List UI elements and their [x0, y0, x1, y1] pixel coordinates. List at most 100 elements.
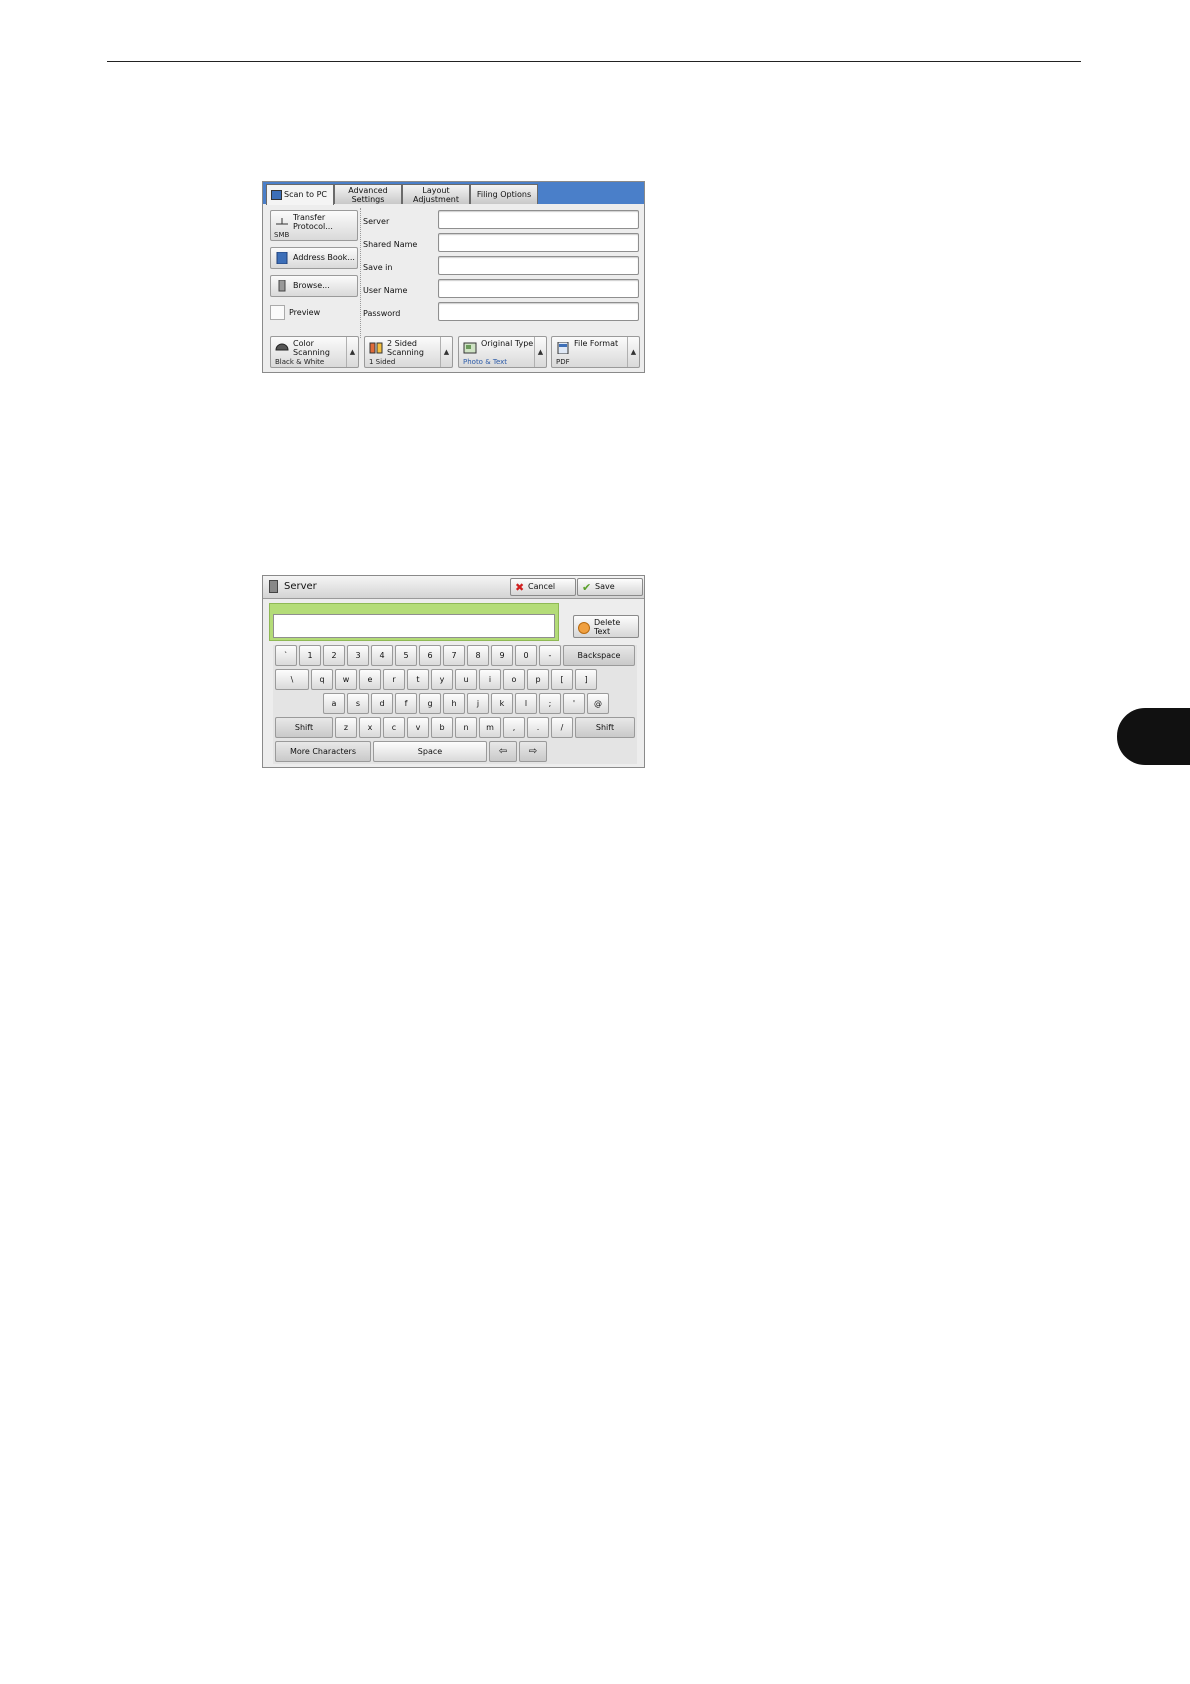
server-icon: [269, 580, 278, 593]
key[interactable]: s: [347, 693, 369, 714]
key[interactable]: h: [443, 693, 465, 714]
save-button[interactable]: ✔ Save: [577, 578, 643, 596]
key[interactable]: r: [383, 669, 405, 690]
key[interactable]: k: [491, 693, 513, 714]
shift-key-right[interactable]: Shift: [575, 717, 635, 738]
key[interactable]: q: [311, 669, 333, 690]
tab-advanced-settings[interactable]: Advanced Settings: [334, 184, 402, 204]
key[interactable]: a: [323, 693, 345, 714]
key[interactable]: 7: [443, 645, 465, 666]
network-icon: [276, 218, 288, 225]
user-name-label: User Name: [363, 286, 408, 295]
original-type-button[interactable]: Original Type Photo & Text ▲: [458, 336, 547, 368]
key[interactable]: .: [527, 717, 549, 738]
key[interactable]: 4: [371, 645, 393, 666]
two-sided-scanning-button[interactable]: 2 Sided Scanning 1 Sided ▲: [364, 336, 453, 368]
preview-checkbox[interactable]: [270, 305, 285, 320]
up-arrow-icon: ▲: [440, 337, 452, 367]
key[interactable]: v: [407, 717, 429, 738]
key[interactable]: /: [551, 717, 573, 738]
key[interactable]: d: [371, 693, 393, 714]
tab-filing-options[interactable]: Filing Options: [470, 184, 538, 204]
key[interactable]: x: [359, 717, 381, 738]
key[interactable]: [: [551, 669, 573, 690]
key[interactable]: `: [275, 645, 297, 666]
tab-layout-adjustment[interactable]: Layout Adjustment: [402, 184, 470, 204]
eraser-icon: [578, 622, 590, 634]
cursor-right-key[interactable]: ⇨: [519, 741, 547, 762]
tab-bar: Scan to PC Advanced Settings Layout Adju…: [263, 182, 644, 205]
server-icon: [278, 280, 286, 292]
key[interactable]: t: [407, 669, 429, 690]
key[interactable]: 9: [491, 645, 513, 666]
delete-text-button[interactable]: Delete Text: [573, 615, 639, 638]
key[interactable]: ]: [575, 669, 597, 690]
server-field[interactable]: [438, 210, 639, 229]
server-keyboard-screen: Server ✖ Cancel ✔ Save Delete Text ` 1 2…: [262, 575, 645, 768]
key[interactable]: m: [479, 717, 501, 738]
photo-text-icon: [463, 342, 477, 354]
server-label: Server: [363, 217, 390, 226]
file-format-button[interactable]: File Format PDF ▲: [551, 336, 640, 368]
key[interactable]: u: [455, 669, 477, 690]
key[interactable]: l: [515, 693, 537, 714]
key[interactable]: f: [395, 693, 417, 714]
key[interactable]: 6: [419, 645, 441, 666]
key[interactable]: j: [467, 693, 489, 714]
text-entry-field[interactable]: [273, 614, 555, 638]
cancel-button[interactable]: ✖ Cancel: [510, 578, 576, 596]
key[interactable]: g: [419, 693, 441, 714]
key[interactable]: ': [563, 693, 585, 714]
save-in-field[interactable]: [438, 256, 639, 275]
cursor-left-key[interactable]: ⇦: [489, 741, 517, 762]
key[interactable]: 3: [347, 645, 369, 666]
user-name-field[interactable]: [438, 279, 639, 298]
arrow-left-icon: ⇦: [498, 746, 508, 757]
key[interactable]: ,: [503, 717, 525, 738]
key[interactable]: n: [455, 717, 477, 738]
scan-to-pc-screen: Scan to PC Advanced Settings Layout Adju…: [262, 181, 645, 373]
color-scanning-icon: [275, 343, 289, 351]
key[interactable]: o: [503, 669, 525, 690]
title-bar: Server ✖ Cancel ✔ Save: [263, 576, 644, 599]
dialog-title: Server: [284, 581, 317, 592]
tab-scan-to-pc[interactable]: Scan to PC: [266, 184, 334, 205]
key[interactable]: -: [539, 645, 561, 666]
shared-name-field[interactable]: [438, 233, 639, 252]
key[interactable]: i: [479, 669, 501, 690]
up-arrow-icon: ▲: [346, 337, 358, 367]
key[interactable]: 0: [515, 645, 537, 666]
address-book-button[interactable]: Address Book...: [270, 247, 358, 269]
more-characters-key[interactable]: More Characters: [275, 741, 371, 762]
key[interactable]: @: [587, 693, 609, 714]
key[interactable]: \: [275, 669, 309, 690]
key[interactable]: w: [335, 669, 357, 690]
key[interactable]: 5: [395, 645, 417, 666]
browse-button[interactable]: Browse...: [270, 275, 358, 297]
arrow-right-icon: ⇨: [528, 746, 538, 757]
key[interactable]: ;: [539, 693, 561, 714]
shared-name-label: Shared Name: [363, 240, 418, 249]
backspace-key[interactable]: Backspace: [563, 645, 635, 666]
color-scanning-button[interactable]: Color Scanning Black & White ▲: [270, 336, 359, 368]
key[interactable]: 1: [299, 645, 321, 666]
password-label: Password: [363, 309, 401, 318]
check-icon: ✔: [582, 581, 592, 594]
key[interactable]: z: [335, 717, 357, 738]
address-book-icon: [276, 252, 288, 264]
transfer-protocol-button[interactable]: Transfer Protocol... SMB: [270, 210, 358, 241]
shift-key-left[interactable]: Shift: [275, 717, 333, 738]
key[interactable]: p: [527, 669, 549, 690]
space-key[interactable]: Space: [373, 741, 487, 762]
key[interactable]: 8: [467, 645, 489, 666]
key[interactable]: c: [383, 717, 405, 738]
key[interactable]: y: [431, 669, 453, 690]
key[interactable]: b: [431, 717, 453, 738]
two-sided-icon: [369, 342, 383, 354]
key[interactable]: e: [359, 669, 381, 690]
close-icon: ✖: [515, 581, 525, 594]
divider: [360, 208, 361, 338]
key[interactable]: 2: [323, 645, 345, 666]
chapter-tab: [1117, 708, 1190, 765]
password-field[interactable]: [438, 302, 639, 321]
